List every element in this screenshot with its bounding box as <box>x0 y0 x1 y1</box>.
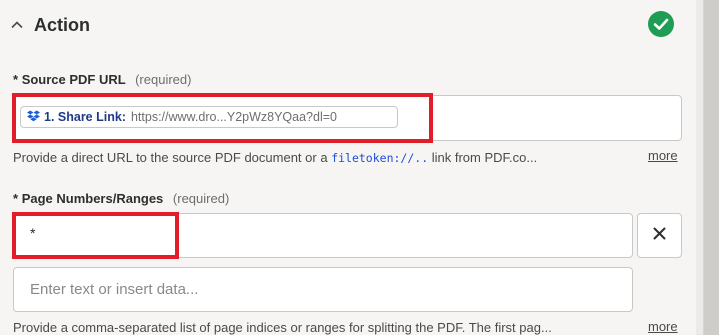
required-asterisk: * <box>13 191 19 206</box>
source-pdf-url-label-text: Source PDF URL <box>21 72 126 87</box>
scrollbar-thumb[interactable] <box>703 0 719 335</box>
page-numbers-more-link[interactable]: more <box>648 319 678 334</box>
source-pdf-more-link[interactable]: more <box>648 148 678 163</box>
help-code: filetoken://.. <box>331 151 429 165</box>
help-text-part: Provide a direct URL to the source PDF d… <box>13 150 328 165</box>
page-numbers-label: * Page Numbers/Ranges (required) <box>13 191 229 206</box>
required-hint: (required) <box>172 191 230 206</box>
action-section-header[interactable]: Action <box>8 8 688 42</box>
page-numbers-label-text: Page Numbers/Ranges <box>21 191 164 206</box>
check-circle-icon <box>647 10 675 38</box>
page-numbers-help-text: Provide a comma-separated list of page i… <box>13 320 552 335</box>
clear-button[interactable] <box>637 213 682 258</box>
highlight-box-source-pdf <box>12 93 433 143</box>
required-hint: (required) <box>135 72 192 87</box>
new-value-placeholder: Enter text or insert data... <box>30 281 199 298</box>
section-title: Action <box>34 14 90 35</box>
close-icon <box>653 227 666 245</box>
chevron-up-icon[interactable] <box>8 16 26 34</box>
help-text-part: link from PDF.co... <box>431 150 538 165</box>
source-pdf-url-label: * Source PDF URL (required) <box>13 72 191 87</box>
highlight-box-page-numbers <box>12 212 179 259</box>
required-asterisk: * <box>13 72 19 87</box>
source-pdf-help-text: Provide a direct URL to the source PDF d… <box>13 150 537 165</box>
